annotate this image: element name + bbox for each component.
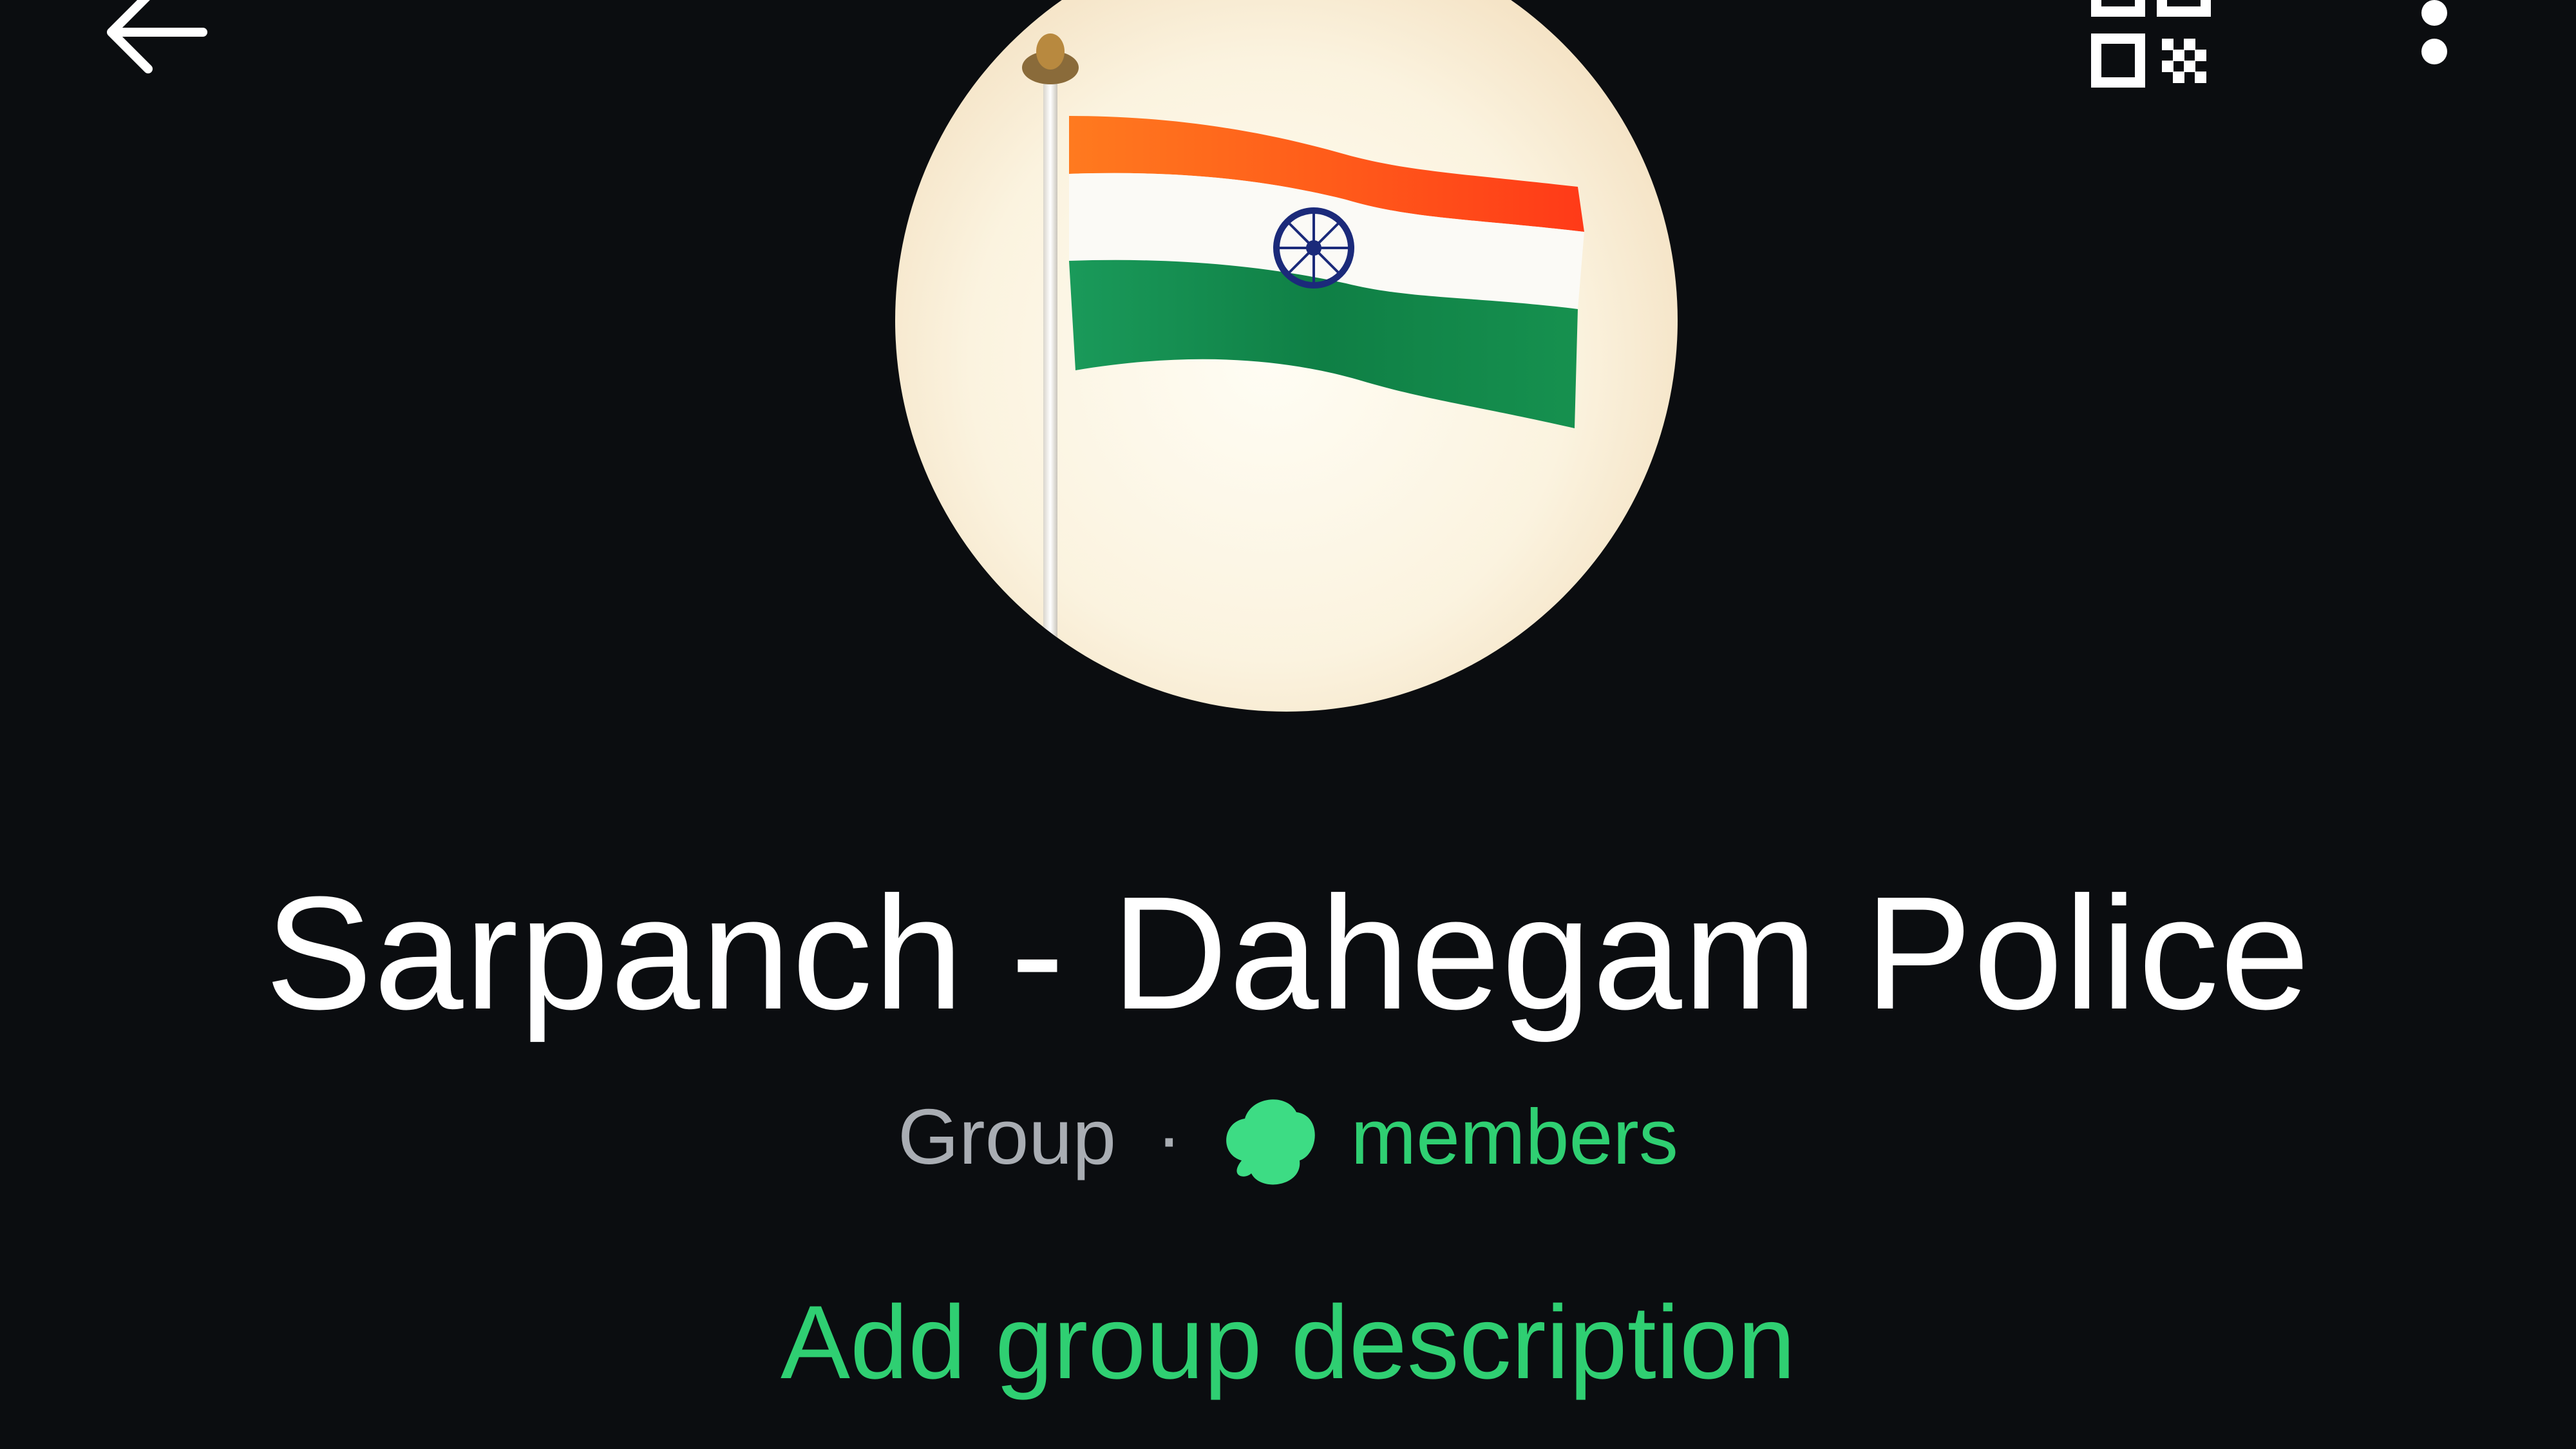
group-meta: Group · members	[0, 1088, 2576, 1185]
back-button[interactable]	[84, 0, 225, 90]
members-label[interactable]: members	[1351, 1093, 1678, 1180]
indian-flag-photo	[895, 0, 1678, 712]
group-type-label: Group	[898, 1093, 1117, 1180]
member-count-redacted	[1216, 1088, 1325, 1185]
redaction-scribble	[1226, 1099, 1315, 1185]
qr-code-icon	[2091, 0, 2211, 88]
meta-separator: ·	[1156, 1093, 1182, 1180]
more-options-button[interactable]	[2383, 0, 2486, 103]
group-info-screen: Sarpanch - Dahegam Police Group · member…	[0, 0, 2576, 1449]
arrow-left-icon	[107, 0, 207, 73]
group-name: Sarpanch - Dahegam Police	[265, 863, 2311, 1043]
more-vertical-icon	[2421, 0, 2447, 64]
add-group-description-link[interactable]: Add group description	[760, 1278, 1816, 1407]
qr-code-button[interactable]	[2074, 0, 2228, 103]
group-avatar[interactable]	[895, 0, 1678, 712]
